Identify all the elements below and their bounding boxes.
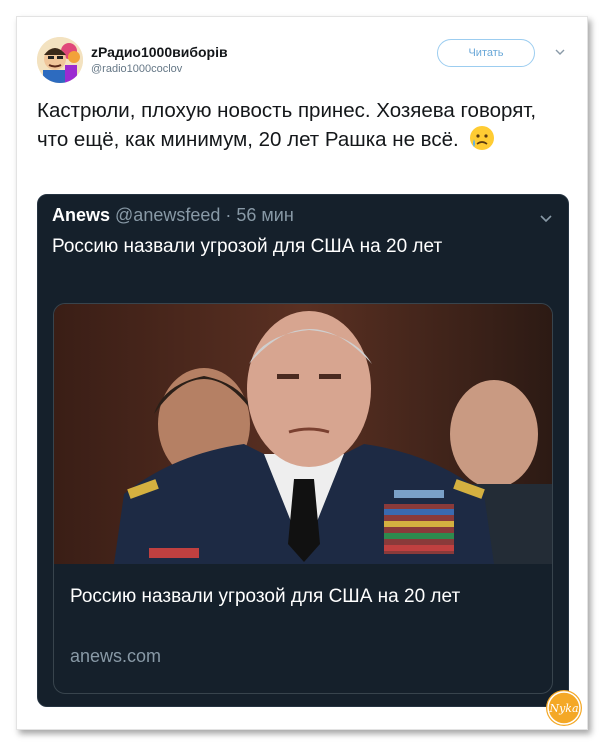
avatar[interactable] (37, 37, 83, 83)
watermark-logo-icon: Nyka (546, 690, 582, 726)
quoted-source[interactable]: Anews @anewsfeed · 56 мин (52, 205, 294, 226)
chevron-down-icon[interactable] (555, 47, 565, 57)
tweet-text: Кастрюли, плохую новость принес. Хозяева… (37, 97, 567, 153)
link-card-domain[interactable]: anews.com (70, 646, 161, 667)
quoted-source-name: Anews (52, 205, 111, 225)
quoted-source-meta: @anewsfeed · 56 мин (110, 205, 294, 225)
quoted-tweet[interactable]: Anews @anewsfeed · 56 мин Россию назвали… (37, 194, 569, 707)
link-card[interactable]: Россию назвали угрозой для США на 20 лет… (53, 303, 553, 694)
watermark-text: Nyka (548, 702, 578, 715)
quoted-text: Россию назвали угрозой для США на 20 лет (52, 236, 443, 257)
follow-button[interactable]: Читать (437, 39, 535, 67)
sad-tear-emoji-icon (468, 124, 496, 152)
handle[interactable]: @radio1000coclov (91, 63, 182, 75)
tweet-frame: zРадио1000виборів @radio1000coclov Читат… (16, 16, 588, 730)
article-photo (54, 304, 552, 564)
link-card-title[interactable]: Россию назвали угрозой для США на 20 лет (70, 582, 540, 611)
tweet-text-content: Кастрюли, плохую новость принес. Хозяева… (37, 99, 537, 151)
display-name[interactable]: zРадио1000виборів (91, 44, 228, 60)
chevron-down-icon[interactable] (540, 212, 552, 224)
